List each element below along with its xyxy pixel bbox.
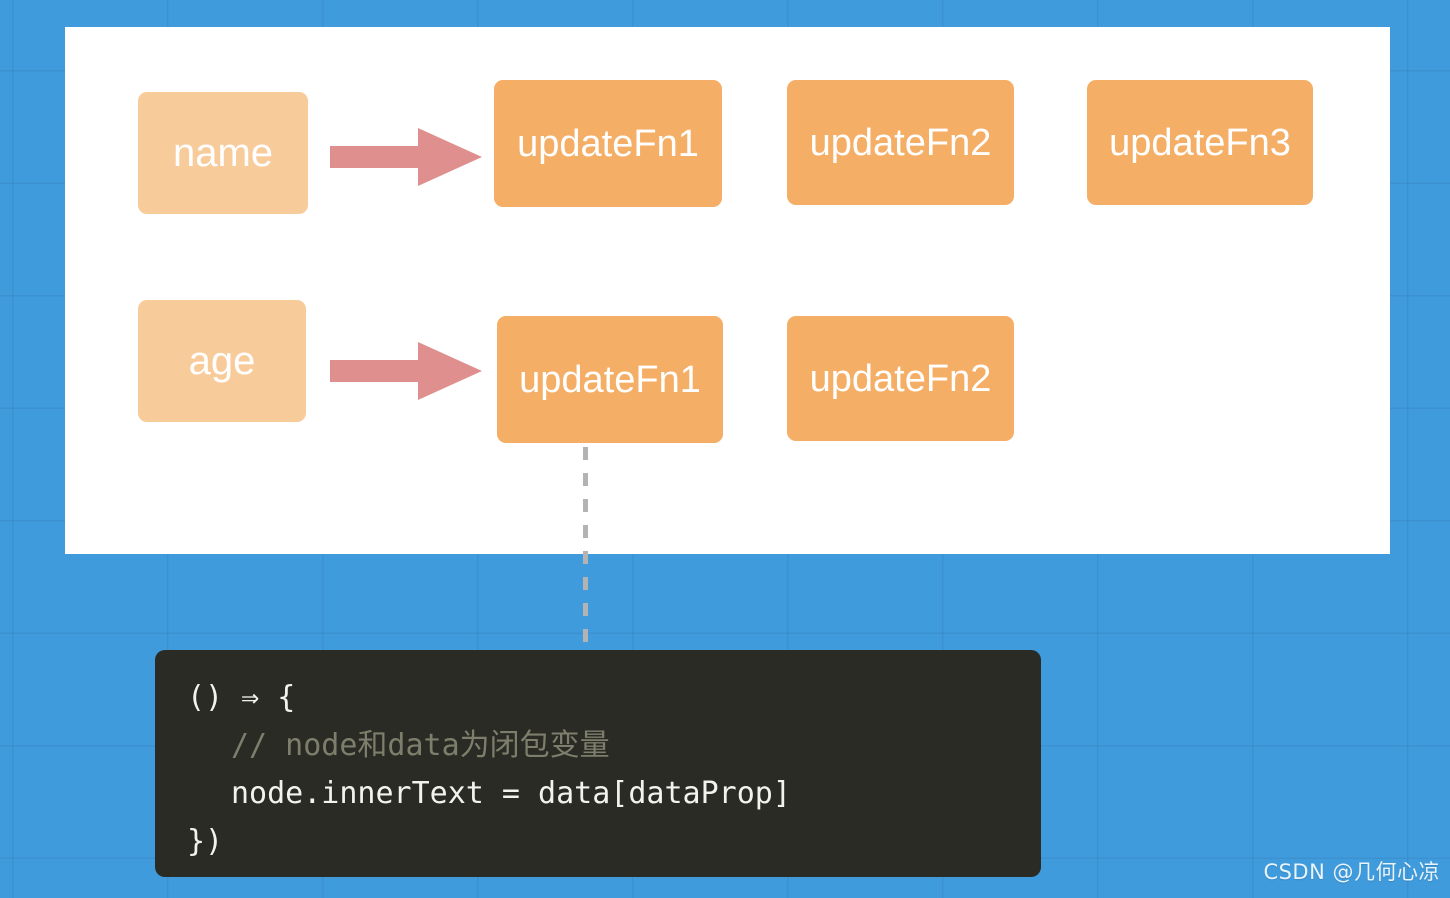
fn-node-name-updatefn3[interactable]: updateFn3 bbox=[1087, 80, 1313, 205]
dashed-connector-line bbox=[583, 447, 588, 647]
fn-node-age-updatefn1[interactable]: updateFn1 bbox=[497, 316, 723, 443]
code-line-3: node.innerText = data[dataProp] bbox=[231, 776, 791, 811]
fn-node-name-updatefn2[interactable]: updateFn2 bbox=[787, 80, 1014, 205]
key-node-name-label: name bbox=[172, 131, 274, 175]
key-node-name[interactable]: name bbox=[138, 92, 308, 214]
arrow-age-to-updatefn1 bbox=[330, 342, 482, 400]
fn-node-age-updatefn2[interactable]: updateFn2 bbox=[787, 316, 1014, 441]
code-line-4: }) bbox=[187, 824, 224, 859]
arrow-shape bbox=[330, 342, 482, 400]
fn-node-name-updatefn2-label: updateFn2 bbox=[809, 121, 992, 164]
code-line-comment: // node和data为闭包变量 bbox=[231, 728, 610, 763]
arrow-name-to-updatefn1 bbox=[330, 128, 482, 186]
key-node-age[interactable]: age bbox=[138, 300, 306, 422]
code-line-1: () ⇒ { bbox=[187, 680, 296, 715]
diagram-canvas: name updateFn1 updateFn2 updateFn3 age u… bbox=[0, 0, 1450, 898]
key-node-age-label: age bbox=[188, 339, 256, 383]
code-snippet-panel: () ⇒ { // node和data为闭包变量 node.innerText … bbox=[155, 650, 1041, 877]
fn-node-age-updatefn2-label: updateFn2 bbox=[809, 357, 992, 400]
csdn-watermark: CSDN @几何心凉 bbox=[1263, 860, 1440, 884]
fn-node-name-updatefn3-label: updateFn3 bbox=[1109, 121, 1291, 164]
fn-node-name-updatefn1-label: updateFn1 bbox=[517, 122, 699, 165]
fn-node-age-updatefn1-label: updateFn1 bbox=[519, 358, 701, 401]
arrow-shape bbox=[330, 128, 482, 186]
fn-node-name-updatefn1[interactable]: updateFn1 bbox=[494, 80, 722, 207]
